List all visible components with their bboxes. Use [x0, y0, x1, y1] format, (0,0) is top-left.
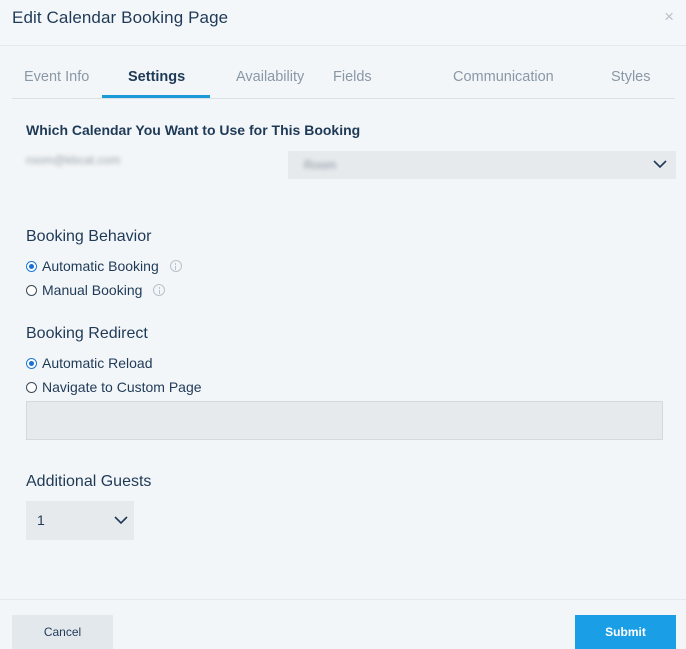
- custom-page-url-input[interactable]: [26, 401, 663, 440]
- radio-automatic-reload[interactable]: Automatic Reload: [26, 355, 153, 371]
- tab-settings[interactable]: Settings: [128, 69, 185, 85]
- radio-manual-booking[interactable]: Manual Booking: [26, 282, 166, 298]
- tab-availability[interactable]: Availability: [236, 69, 304, 85]
- radio-label: Automatic Reload: [42, 355, 153, 371]
- tab-fields[interactable]: Fields: [333, 69, 372, 85]
- booking-redirect-heading: Booking Redirect: [26, 325, 148, 342]
- modal-footer: Cancel Submit: [0, 599, 686, 649]
- radio-unchecked-icon[interactable]: [26, 381, 37, 393]
- calendar-select-value: Room: [304, 158, 337, 172]
- modal-title: Edit Calendar Booking Page: [12, 8, 229, 27]
- radio-unchecked-icon[interactable]: [26, 284, 37, 296]
- radio-navigate-custom-page[interactable]: Navigate to Custom Page: [26, 379, 202, 395]
- additional-guests-select[interactable]: 1: [26, 501, 134, 540]
- cancel-button[interactable]: Cancel: [12, 615, 113, 649]
- calendar-label: Which Calendar You Want to Use for This …: [26, 122, 361, 138]
- radio-automatic-booking[interactable]: Automatic Booking: [26, 258, 182, 274]
- edit-calendar-booking-modal: Edit Calendar Booking Page × Event Info …: [0, 0, 686, 649]
- calendar-account: room@kbcat.com: [26, 153, 121, 167]
- info-icon[interactable]: [153, 284, 166, 296]
- chevron-down-icon: [653, 160, 667, 169]
- tab-styles[interactable]: Styles: [611, 69, 651, 85]
- submit-button[interactable]: Submit: [575, 615, 676, 649]
- modal-header: Edit Calendar Booking Page ×: [0, 0, 686, 46]
- radio-checked-icon[interactable]: [26, 357, 37, 369]
- booking-behavior-heading: Booking Behavior: [26, 228, 152, 245]
- active-tab-indicator: [102, 95, 210, 98]
- info-icon[interactable]: [169, 260, 182, 272]
- tab-event-info[interactable]: Event Info: [24, 69, 89, 85]
- close-icon[interactable]: ×: [664, 7, 674, 27]
- tab-communication[interactable]: Communication: [453, 69, 554, 85]
- radio-label: Navigate to Custom Page: [42, 379, 202, 395]
- tab-bar: Event Info Settings Availability Fields …: [12, 58, 675, 99]
- chevron-down-icon: [114, 516, 128, 525]
- radio-checked-icon[interactable]: [26, 260, 37, 272]
- calendar-select[interactable]: Room: [288, 151, 676, 179]
- additional-guests-heading: Additional Guests: [26, 473, 152, 490]
- radio-label: Automatic Booking: [42, 258, 159, 274]
- additional-guests-value: 1: [37, 512, 45, 528]
- radio-label: Manual Booking: [42, 282, 143, 298]
